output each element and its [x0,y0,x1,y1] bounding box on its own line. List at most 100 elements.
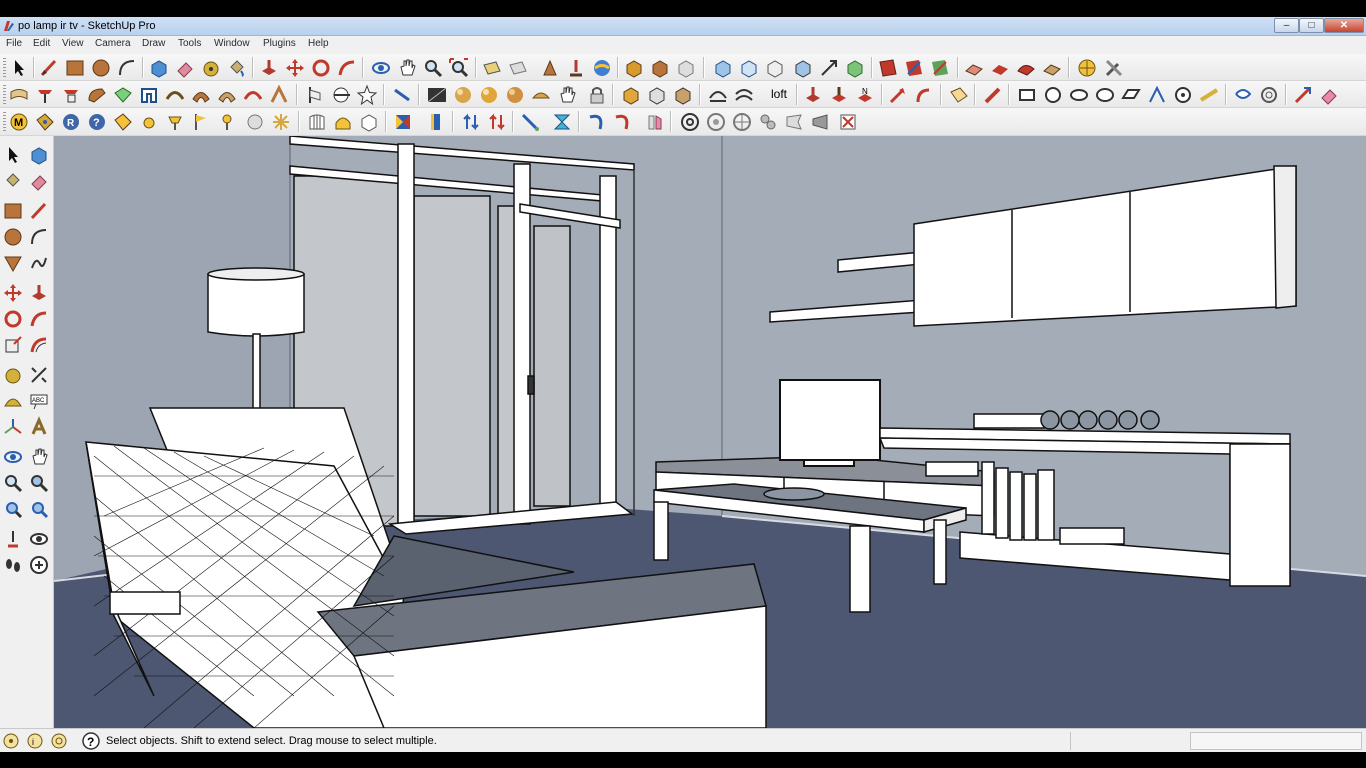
flag-icon[interactable] [190,111,212,133]
get-models-icon[interactable] [565,57,587,79]
walk-icon[interactable] [2,554,24,576]
share-component-icon[interactable] [649,57,671,79]
sparkle-icon[interactable] [270,111,292,133]
solid-intersect-icon[interactable] [672,84,694,106]
rotate-icon[interactable] [2,308,24,330]
xray-view-icon[interactable] [712,57,734,79]
sandbox-scratch-icon[interactable] [989,57,1011,79]
look-around-icon[interactable] [28,528,50,550]
cage-icon[interactable] [306,111,328,133]
lamp-icon[interactable] [164,111,186,133]
circle-icon[interactable] [2,226,24,248]
geo-location-icon[interactable] [3,733,19,749]
sphere-icon[interactable] [244,111,266,133]
menu-tools[interactable]: Tools [178,38,201,49]
red-arrows-icon[interactable] [486,111,508,133]
solid-subtract-icon[interactable] [646,84,668,106]
section-cut-icon[interactable] [929,57,951,79]
target-3-icon[interactable] [731,111,753,133]
curviloft-icon[interactable] [164,84,186,106]
pan-hand-icon[interactable] [28,446,50,468]
section-plane-icon[interactable] [877,57,899,79]
dimension-icon[interactable] [28,364,50,386]
minimize-button[interactable]: – [1274,18,1299,33]
toolbar-grip[interactable] [3,85,6,104]
hidden-line-icon[interactable] [792,57,814,79]
sign-in-icon[interactable] [51,733,67,749]
menu-window[interactable]: Window [214,38,250,49]
section-display-icon[interactable] [903,57,925,79]
freehand-icon[interactable] [28,252,50,274]
zoom-extents-icon[interactable] [448,57,470,79]
make-component-icon[interactable] [148,57,170,79]
red-hook-icon[interactable] [913,84,935,106]
instructor-help-icon[interactable]: ? [82,732,100,750]
loft-spline-icon[interactable] [216,84,238,106]
menu-edit[interactable]: Edit [33,38,50,49]
toggle-terrain-icon[interactable] [507,57,529,79]
orbit-icon[interactable] [370,57,392,79]
color-cube-icon[interactable] [392,111,414,133]
menu-file[interactable]: File [6,38,22,49]
menu-camera[interactable]: Camera [95,38,131,49]
hand-icon[interactable] [556,84,578,106]
sharp-corner-icon[interactable] [112,84,134,106]
arc-icon[interactable] [28,226,50,248]
target-icon[interactable] [679,111,701,133]
position-camera-icon[interactable] [2,528,24,550]
smoove-icon[interactable] [1015,57,1037,79]
shaded-icon[interactable] [818,57,840,79]
m-plugin-icon[interactable]: M [8,111,30,133]
photo-textures-icon[interactable] [539,57,561,79]
push-pull-up-icon[interactable] [828,84,850,106]
axes-icon[interactable] [2,416,24,438]
previous-view-icon[interactable] [28,498,50,520]
select-arrow-icon[interactable] [8,57,30,79]
tape-measure-icon[interactable] [200,57,222,79]
curvizard-icon[interactable] [268,84,290,106]
profile-shape-7-icon[interactable] [1172,84,1194,106]
scale-icon[interactable] [2,334,24,356]
help-question-icon[interactable]: ? [86,111,108,133]
light-icon[interactable] [530,84,552,106]
orbit-icon[interactable] [2,446,24,468]
paint-bucket-icon[interactable] [226,57,248,79]
profile-shape-1-icon[interactable] [1016,84,1038,106]
bezier-icon[interactable] [707,84,729,106]
zoom-icon[interactable] [422,57,444,79]
shape-icon[interactable] [948,84,970,106]
move-icon[interactable] [284,57,306,79]
make-component-icon[interactable] [28,144,50,166]
select-arrow-icon[interactable] [2,144,24,166]
toolbar-grip[interactable] [3,58,6,77]
extension-warehouse-icon[interactable] [675,57,697,79]
components-icon[interactable] [623,57,645,79]
blue-arrows-icon[interactable] [460,111,482,133]
3d-text-icon[interactable] [28,416,50,438]
polygon-icon[interactable] [2,252,24,274]
profile-shape-8-icon[interactable] [1198,84,1220,106]
yellow-dot-icon[interactable] [138,111,160,133]
push-pull-icon[interactable] [28,282,50,304]
flip-icon[interactable] [644,111,666,133]
dimension-icon[interactable] [391,84,413,106]
protractor-icon[interactable] [330,84,352,106]
paint-bucket-icon[interactable] [2,170,24,192]
close-button[interactable]: ✕ [1324,18,1364,33]
zoom-window-icon[interactable] [28,472,50,494]
menu-view[interactable]: View [62,38,84,49]
extrude-edges-icon[interactable] [8,84,30,106]
menu-plugins[interactable]: Plugins [263,38,296,49]
spiral-icon[interactable] [1258,84,1280,106]
bevel-icon[interactable] [138,84,160,106]
zoom-icon[interactable] [2,472,24,494]
material-sphere-3-icon[interactable] [504,84,526,106]
diagonal-icon[interactable] [519,111,541,133]
blue-loop-icon[interactable] [1232,84,1254,106]
plane-gray-icon[interactable] [809,111,831,133]
credits-icon[interactable]: i [27,733,43,749]
pan-hand-icon[interactable] [396,57,418,79]
material-sphere-2-icon[interactable] [478,84,500,106]
red-pen-icon[interactable] [982,84,1004,106]
joint-push-pull-icon[interactable] [34,84,56,106]
